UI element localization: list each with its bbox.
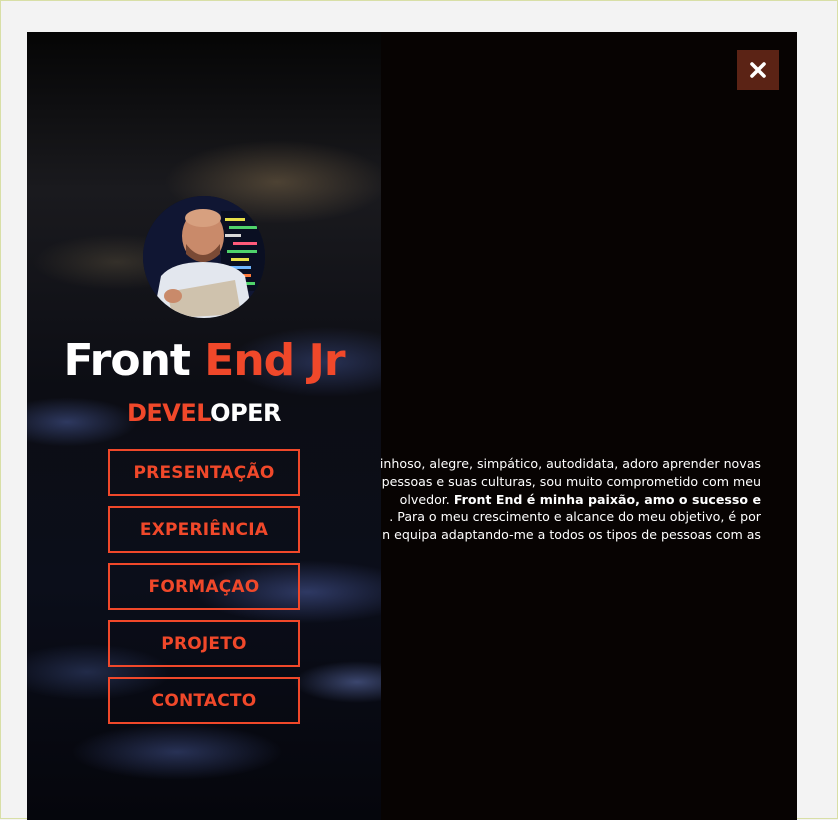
about-line-bold: Front End é minha paixão, amo o sucesso … <box>453 491 761 507</box>
subtitle-part-accent: DEVEL <box>126 399 211 427</box>
about-line: inhoso, alegre, simpático, autodidata, a… <box>381 456 761 471</box>
profile-photo <box>143 196 265 318</box>
about-line: n equipa adaptando-me a todos os tipos d… <box>382 527 761 543</box>
nav-formacao-button[interactable]: FORMAÇAO <box>108 563 300 610</box>
nav-presentacao-button[interactable]: PRESENTAÇÃO <box>108 449 300 496</box>
nav-projeto-button[interactable]: PROJETO <box>108 620 300 667</box>
title-part-accent: End Jr <box>204 335 345 386</box>
about-line: olvedor. Front End é minha paixão, amo o… <box>381 491 761 509</box>
nav-contacto-button[interactable]: CONTACTO <box>108 677 300 724</box>
main-nav: PRESENTAÇÃO EXPERIÊNCIA FORMAÇAO PROJETO… <box>108 449 300 734</box>
about-line-text: olvedor. <box>399 491 454 507</box>
title-part-white: Front <box>63 335 205 386</box>
close-button[interactable] <box>737 50 779 90</box>
subtitle-part-white: OPER <box>210 399 282 427</box>
profile-sidebar: Front End Jr DEVELOPER PRESENTAÇÃO EXPER… <box>27 32 381 820</box>
about-line: pessoas e suas culturas, sou muito compr… <box>381 473 761 489</box>
profile-avatar <box>143 196 265 318</box>
close-icon <box>750 62 766 78</box>
page-title: Front End Jr <box>27 335 381 386</box>
page-subtitle: DEVELOPER <box>27 399 381 427</box>
nav-experiencia-button[interactable]: EXPERIÊNCIA <box>108 506 300 553</box>
about-text-area: inhoso, alegre, simpático, autodidata, a… <box>381 455 761 575</box>
modal-window: Front End Jr DEVELOPER PRESENTAÇÃO EXPER… <box>27 32 797 820</box>
about-line: . Para o meu crescimento e alcance do me… <box>389 509 761 525</box>
about-paragraph: inhoso, alegre, simpático, autodidata, a… <box>381 455 761 544</box>
